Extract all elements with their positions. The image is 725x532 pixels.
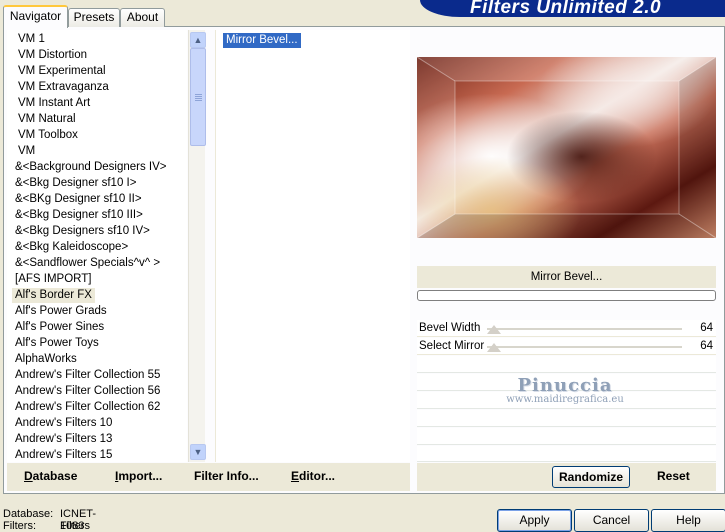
- param-empty-row: [417, 356, 716, 373]
- tab-presets[interactable]: Presets: [68, 8, 120, 27]
- param-value: 64: [700, 340, 713, 352]
- filter-list-item[interactable]: VM: [15, 144, 38, 159]
- editor-button[interactable]: Editor...: [291, 468, 335, 484]
- app-title: Filters Unlimited 2.0: [470, 0, 662, 17]
- database-info: Database: ICNET-Filters: [3, 508, 96, 532]
- progress-bar: [417, 290, 716, 301]
- preview-image: [417, 57, 716, 238]
- preview-filter-label: Mirror Bevel...: [417, 266, 716, 288]
- filter-list-item[interactable]: &<Bkg Designer sf10 I>: [12, 176, 139, 191]
- filter-list-item[interactable]: &<BKg Designer sf10 II>: [12, 192, 145, 207]
- scroll-up-button[interactable]: ▲: [190, 32, 206, 48]
- param-bevel-width[interactable]: Bevel Width 64: [417, 320, 716, 337]
- help-button[interactable]: Help: [651, 509, 725, 532]
- list-divider: [207, 30, 215, 462]
- param-label: Select Mirror: [419, 340, 485, 352]
- filter-list-item[interactable]: AlphaWorks: [12, 352, 80, 367]
- database-label: Database:: [3, 508, 54, 520]
- filter-list-item[interactable]: &<Sandflower Specials^v^ >: [12, 256, 163, 271]
- effect-list[interactable]: Mirror Bevel...: [215, 30, 410, 462]
- slider-thumb[interactable]: [487, 343, 501, 352]
- filter-list-item[interactable]: VM 1: [15, 32, 48, 47]
- param-value: 64: [700, 322, 713, 334]
- grip-icon: [195, 94, 202, 102]
- filter-list-item[interactable]: VM Instant Art: [15, 96, 93, 111]
- database-button-label: atabase: [32, 469, 78, 483]
- filter-category-list[interactable]: VM 1 VM Distortion VM Experimental VM Extra…: [7, 30, 187, 462]
- filter-list-item[interactable]: VM Experimental: [15, 64, 109, 79]
- watermark-url: www.maidiregrafica.eu: [506, 394, 624, 405]
- param-empty-row: [417, 428, 716, 445]
- filter-list-item[interactable]: VM Natural: [15, 112, 79, 127]
- reset-button[interactable]: Reset: [657, 468, 690, 484]
- filter-list-item[interactable]: Andrew's Filters 15: [12, 448, 115, 462]
- filters-info: Filters: 1083: [3, 520, 84, 532]
- filter-list-item[interactable]: &<Background Designers IV>: [12, 160, 170, 175]
- import-button-label: mport...: [118, 469, 163, 483]
- database-button[interactable]: Database: [24, 468, 77, 484]
- slider-track[interactable]: [487, 346, 682, 348]
- apply-button[interactable]: Apply: [497, 509, 572, 532]
- filter-list-item[interactable]: Alf's Power Toys: [12, 336, 102, 351]
- watermark-name: Pinuccia: [517, 375, 613, 396]
- filter-info-button[interactable]: Filter Info...: [194, 468, 259, 484]
- filter-list-item[interactable]: &<Bkg Designer sf10 III>: [12, 208, 146, 223]
- filters-label: Filters:: [3, 520, 36, 532]
- param-empty-row: [417, 446, 716, 462]
- right-action-bar: Randomize Reset: [417, 463, 716, 491]
- database-button-accel: D: [24, 469, 33, 483]
- tab-about[interactable]: About: [120, 8, 165, 27]
- filters-value: 1083: [60, 520, 85, 532]
- import-button[interactable]: Import...: [115, 468, 162, 484]
- filter-list-item[interactable]: Andrew's Filter Collection 56: [12, 384, 163, 399]
- scroll-down-button[interactable]: ▼: [190, 444, 206, 460]
- filter-list-item[interactable]: Andrew's Filters 10: [12, 416, 115, 431]
- app-banner: Filters Unlimited 2.0: [420, 0, 725, 17]
- editor-button-accel: E: [291, 469, 300, 483]
- slider-track[interactable]: [487, 328, 682, 330]
- filter-list-item[interactable]: Alf's Border FX: [12, 288, 95, 303]
- editor-button-label: ditor...: [299, 469, 336, 483]
- tab-navigator[interactable]: Navigator: [3, 5, 68, 28]
- filter-list-item[interactable]: &<Bkg Designers sf10 IV>: [12, 224, 153, 239]
- effect-item-mirror-bevel[interactable]: Mirror Bevel...: [223, 33, 301, 48]
- param-select-mirror[interactable]: Select Mirror 64: [417, 338, 716, 355]
- filter-list-item[interactable]: VM Distortion: [15, 48, 90, 63]
- filter-list-item[interactable]: Andrew's Filter Collection 55: [12, 368, 163, 383]
- param-label: Bevel Width: [419, 322, 481, 334]
- cancel-button[interactable]: Cancel: [574, 509, 649, 532]
- filter-list-item[interactable]: [AFS IMPORT]: [12, 272, 94, 287]
- randomize-button[interactable]: Randomize: [552, 466, 631, 488]
- filter-list-item[interactable]: Alf's Power Sines: [12, 320, 107, 335]
- scroll-thumb[interactable]: [190, 48, 206, 146]
- param-empty-row: [417, 410, 716, 427]
- filter-list-item[interactable]: Andrew's Filters 13: [12, 432, 115, 447]
- left-action-bar: Database Import... Filter Info... Editor…: [7, 463, 410, 491]
- filter-list-item[interactable]: Andrew's Filter Collection 62: [12, 400, 163, 415]
- filter-list-item[interactable]: VM Extravaganza: [15, 80, 112, 95]
- filter-list-item[interactable]: Alf's Power Grads: [12, 304, 110, 319]
- filter-info-button-label: Filter Info...: [194, 469, 259, 483]
- watermark: Pinuccia www.maidiregrafica.eu: [440, 375, 690, 405]
- slider-thumb[interactable]: [487, 325, 501, 334]
- filter-list-item[interactable]: &<Bkg Kaleidoscope>: [12, 240, 131, 255]
- list-scrollbar[interactable]: ▲ ▼: [188, 30, 206, 462]
- filter-list-item[interactable]: VM Toolbox: [15, 128, 81, 143]
